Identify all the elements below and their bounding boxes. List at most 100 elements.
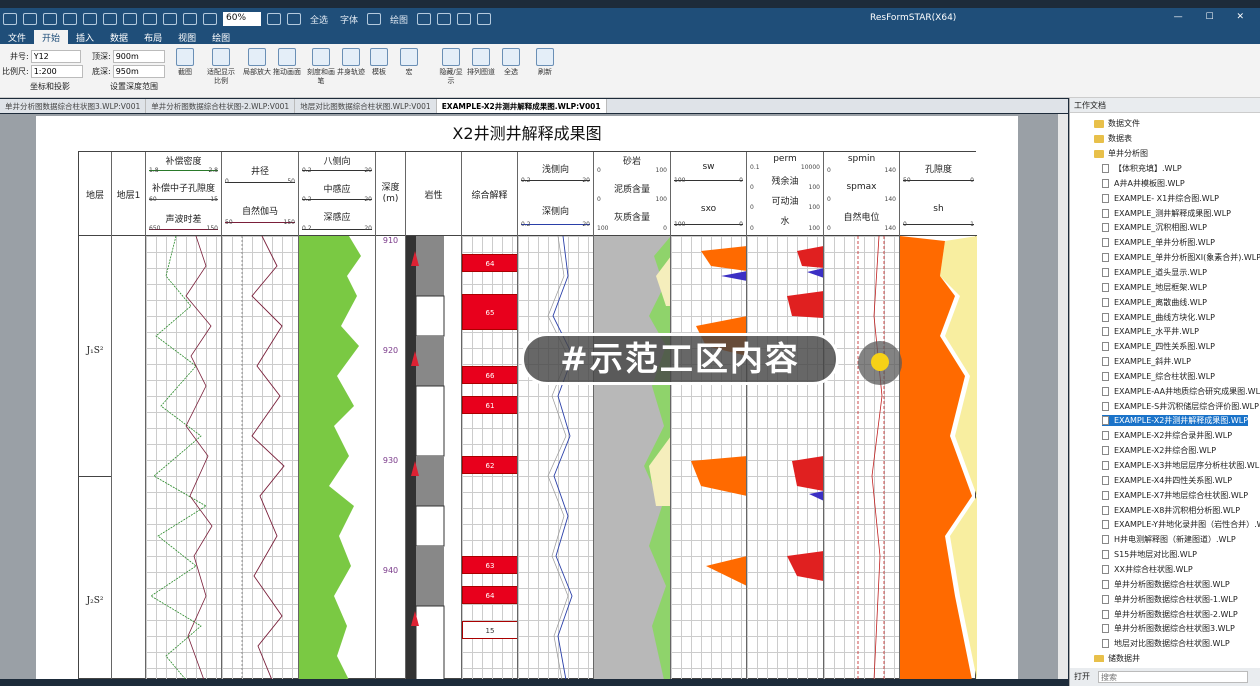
- tree-file[interactable]: EXAMPLE-AA井地质综合研究成果图.WLP: [1102, 386, 1260, 397]
- tree-file[interactable]: EXAMPLE_沉积相图.WLP: [1102, 222, 1207, 233]
- pan-button[interactable]: 拖动画面: [272, 48, 302, 77]
- tree-file[interactable]: EXAMPLE_曲线方块化.WLP: [1102, 312, 1215, 323]
- redo-icon[interactable]: [163, 13, 177, 25]
- tab-doc-1[interactable]: 单井分析图数据综合柱状图3.WLP:V001: [0, 99, 147, 113]
- bottom-depth-input[interactable]: [112, 65, 165, 78]
- align-icon[interactable]: [367, 13, 382, 25]
- app-icon[interactable]: [3, 13, 17, 25]
- local-zoom-button[interactable]: 局部放大: [242, 48, 272, 77]
- top-depth-input[interactable]: [112, 50, 165, 63]
- porosity-s1-max: 2.8: [208, 167, 218, 174]
- tree-file[interactable]: EXAMPLE-Y井地化录井图（岩性合并）.WLP: [1102, 519, 1260, 530]
- file-icon: [1102, 342, 1109, 352]
- tab-doc-2[interactable]: 单井分析图数据综合柱状图-2.WLP:V001: [146, 99, 296, 113]
- tree-folder[interactable]: 数据表: [1094, 133, 1132, 144]
- tree-file[interactable]: 单井分析图数据综合柱状图.WLP: [1102, 579, 1230, 590]
- tree-file[interactable]: EXAMPLE-X8井沉积相分析图.WLP: [1102, 505, 1240, 516]
- tree-file[interactable]: A井A井模板图.WLP: [1102, 178, 1185, 189]
- tree-file[interactable]: H井电测解释图（新建图道）.WLP: [1102, 534, 1236, 545]
- window-controls[interactable]: — ☐ ✕: [1174, 12, 1254, 22]
- tree-file[interactable]: XX井综合柱状图.WLP: [1102, 564, 1193, 575]
- menu-file[interactable]: 文件: [0, 30, 34, 44]
- document-tabs: 单井分析图数据综合柱状图3.WLP:V001 单井分析图数据综合柱状图-2.WL…: [0, 99, 1068, 113]
- menu-data[interactable]: 数据: [102, 30, 136, 44]
- tree-file[interactable]: EXAMPLE_地层框架.WLP: [1102, 282, 1207, 293]
- tree-file[interactable]: EXAMPLE_测井解释成果图.WLP: [1102, 208, 1231, 219]
- chart-icon[interactable]: [477, 13, 492, 25]
- tree-file[interactable]: EXAMPLE-X2井综合图.WLP: [1102, 445, 1216, 456]
- depth-range-button[interactable]: 设置深度范围: [110, 81, 158, 92]
- zoom-icon[interactable]: [123, 13, 137, 25]
- copy-icon[interactable]: [83, 13, 97, 25]
- tree-file[interactable]: EXAMPLE_水平井.WLP: [1102, 326, 1199, 337]
- cut-icon[interactable]: [183, 13, 197, 25]
- save-icon[interactable]: [43, 13, 57, 25]
- tab-doc-3[interactable]: 地层对比图数据综合柱状图.WLP:V001: [295, 99, 437, 113]
- open-icon[interactable]: [23, 13, 37, 25]
- zoom-out-icon[interactable]: [267, 13, 281, 25]
- tree-file[interactable]: S15井地层对比图.WLP: [1102, 549, 1197, 560]
- tree-folder[interactable]: 单井分析图: [1094, 148, 1148, 159]
- hand-icon: [278, 48, 296, 66]
- tree-file[interactable]: EXAMPLE_单井分析图.WLP: [1102, 237, 1215, 248]
- tree-folder[interactable]: 储数据井: [1094, 653, 1140, 662]
- track-interpretation: 综合解释 64 65 66 61 62 63 64 15: [462, 152, 518, 680]
- macro-button[interactable]: 宏: [394, 48, 424, 77]
- scale-select[interactable]: [30, 65, 83, 78]
- tree-file[interactable]: 单井分析图数据综合柱状图3.WLP: [1102, 623, 1235, 634]
- menu-insert[interactable]: 插入: [68, 30, 102, 44]
- tree-file[interactable]: EXAMPLE-X7井地层综合柱状图.WLP: [1102, 490, 1248, 501]
- qat-font[interactable]: 字体: [340, 13, 358, 26]
- drawing-canvas[interactable]: X2井测井解释成果图 地层 J₁S² J₂S² 地层1 补偿密度 1.8 2.8 …: [0, 114, 1058, 680]
- menu-home[interactable]: 开始: [34, 30, 69, 44]
- coord-button[interactable]: 坐标和投影: [30, 81, 70, 92]
- tree-file[interactable]: EXAMPLE_道头显示.WLP: [1102, 267, 1207, 278]
- fit-button[interactable]: 适配显示比例: [206, 48, 236, 86]
- tree-file[interactable]: EXAMPLE-X2井综合录井图.WLP: [1102, 430, 1232, 441]
- trajectory-button[interactable]: 井身轨迹: [336, 48, 366, 77]
- tree-folder[interactable]: 数据文件: [1094, 118, 1140, 129]
- scale-field: 比例尺:: [2, 65, 83, 78]
- hide-show-button[interactable]: 隐藏/显示: [436, 48, 466, 86]
- scale-pen-button[interactable]: 刻度和画笔: [306, 48, 336, 86]
- tree-file[interactable]: EXAMPLE_斜井.WLP: [1102, 356, 1191, 367]
- refresh-button[interactable]: 刷新: [530, 48, 560, 77]
- tab-doc-4[interactable]: EXAMPLE-X2井测井解释成果图.WLP:V001: [436, 99, 607, 113]
- layout-icon[interactable]: [457, 13, 472, 25]
- arrange-button[interactable]: 排列图道: [466, 48, 496, 77]
- select-all-button[interactable]: 全选: [496, 48, 526, 77]
- grid-icon[interactable]: [437, 13, 452, 25]
- tree-file[interactable]: EXAMPLE_离散曲线.WLP: [1102, 297, 1207, 308]
- tree-file[interactable]: EXAMPLE_综合柱状图.WLP: [1102, 371, 1215, 382]
- zoom-combo[interactable]: 60%: [223, 12, 261, 26]
- save-as-icon[interactable]: [63, 13, 77, 25]
- screenshot-button[interactable]: 截图: [170, 48, 200, 77]
- paste-icon[interactable]: [203, 13, 217, 25]
- well-input[interactable]: [30, 50, 81, 63]
- canvas-scrollbar[interactable]: [1058, 114, 1068, 679]
- tree-file[interactable]: 单井分析图数据综合柱状图-2.WLP: [1102, 609, 1238, 620]
- tree-file[interactable]: EXAMPLE-S井沉积储层综合评价图.WLP: [1102, 401, 1259, 412]
- tree-file[interactable]: 地层对比图数据综合柱状图.WLP: [1102, 638, 1230, 649]
- tree-file[interactable]: EXAMPLE_单井分析图XI(象素合并).WLP: [1102, 252, 1260, 263]
- menu-view[interactable]: 视图: [170, 30, 204, 44]
- template-button[interactable]: 模板: [364, 48, 394, 77]
- undo-icon[interactable]: [143, 13, 157, 25]
- qat-select-all[interactable]: 全选: [310, 13, 328, 26]
- print-icon[interactable]: [103, 13, 117, 25]
- tree-file[interactable]: 【体积充填】.WLP: [1102, 163, 1182, 174]
- qat-draw[interactable]: 绘图: [390, 13, 408, 26]
- tree-file[interactable]: EXAMPLE-X3井地层层序分析柱状图.WLP: [1102, 460, 1260, 471]
- tree-file[interactable]: EXAMPLE- X1井综合图.WLP: [1102, 193, 1219, 204]
- menu-draw[interactable]: 绘图: [204, 30, 238, 44]
- pointer-icon[interactable]: [417, 13, 432, 25]
- tree-file[interactable]: EXAMPLE-X4井四性关系图.WLP: [1102, 475, 1232, 486]
- menu-layout[interactable]: 布局: [136, 30, 170, 44]
- tree-file[interactable]: 单井分析图数据综合柱状图-1.WLP: [1102, 594, 1238, 605]
- tree-file[interactable]: EXAMPLE-X2井测井解释成果图.WLP: [1102, 415, 1249, 427]
- open-button[interactable]: 打开: [1074, 671, 1090, 683]
- search-input[interactable]: [1098, 671, 1248, 683]
- tree-file[interactable]: EXAMPLE_四性关系图.WLP: [1102, 341, 1215, 352]
- zoom-in-icon[interactable]: [287, 13, 301, 25]
- sp-scale-3: 0 140: [824, 225, 899, 232]
